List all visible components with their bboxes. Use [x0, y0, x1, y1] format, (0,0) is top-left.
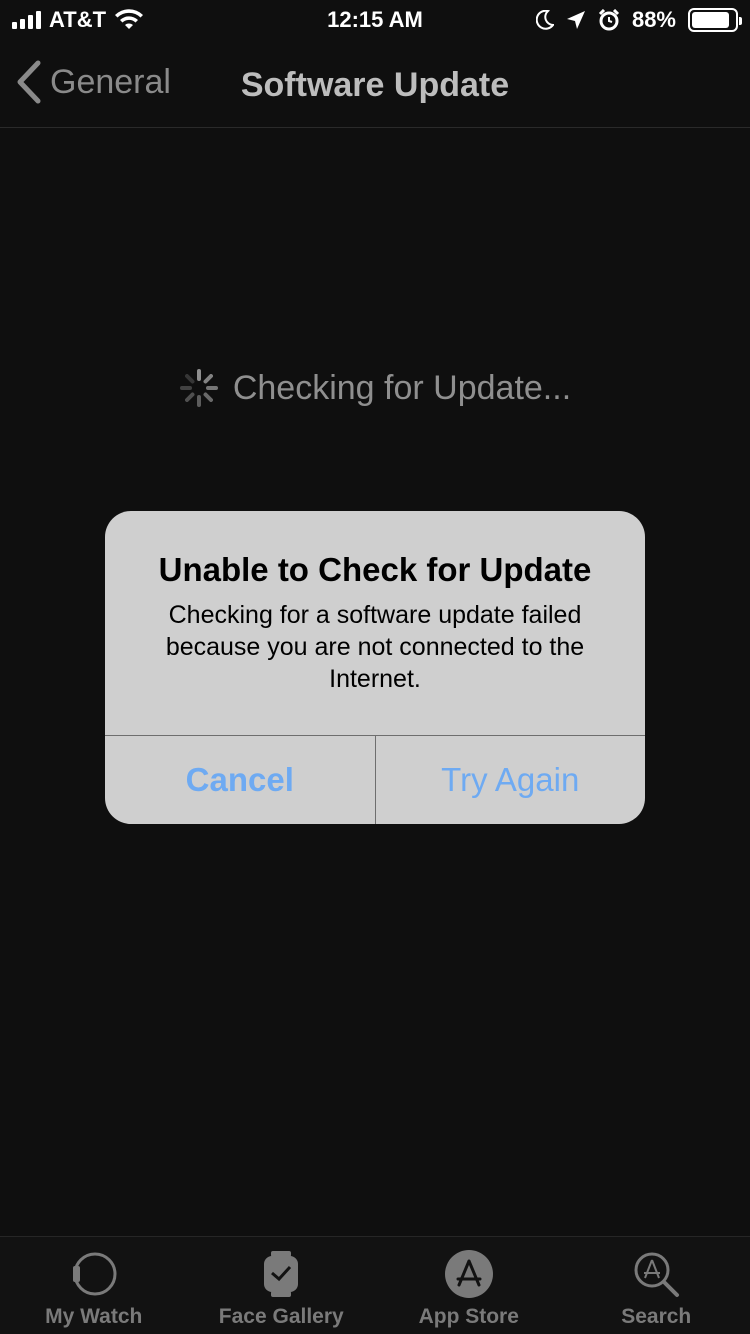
battery-percent: 88% — [631, 7, 676, 32]
tab-label: My Watch — [45, 1305, 143, 1328]
checking-status: Checking for Update... — [0, 368, 750, 408]
alert-title: Unable to Check for Update — [158, 551, 592, 588]
watch-icon — [72, 1252, 117, 1296]
checking-text: Checking for Update... — [232, 368, 572, 407]
tab-label: App Store — [418, 1305, 519, 1328]
navigation-bar: General Software Update — [0, 40, 750, 128]
face-gallery-icon — [264, 1251, 299, 1297]
search-icon — [634, 1252, 680, 1297]
moon-icon — [535, 10, 554, 30]
tab-face-gallery[interactable]: Face Gallery — [188, 1237, 376, 1334]
status-right: 88% — [535, 7, 742, 33]
alarm-icon — [598, 9, 620, 31]
tab-bar: My Watch Face Gallery App Store Search — [0, 1236, 750, 1334]
page-title: Software Update — [240, 66, 510, 104]
alert-message: Checking for a software update failed be… — [165, 601, 585, 693]
tab-my-watch[interactable]: My Watch — [0, 1237, 188, 1334]
tab-label: Face Gallery — [218, 1305, 344, 1328]
alert-actions: Cancel Try Again — [105, 735, 645, 824]
location-icon — [566, 11, 585, 29]
alert-dialog: Unable to Check for Update Checking for … — [105, 511, 645, 824]
tab-search[interactable]: Search — [563, 1237, 750, 1334]
app-store-icon — [444, 1250, 493, 1298]
status-bar: AT&T 12:15 AM 88% — [0, 0, 750, 40]
tab-label: Search — [621, 1305, 692, 1328]
spinner-icon — [179, 369, 218, 407]
try-again-button[interactable]: Try Again — [376, 736, 646, 824]
tab-app-store[interactable]: App Store — [375, 1237, 563, 1334]
cancel-button[interactable]: Cancel — [105, 736, 375, 824]
battery-icon — [688, 8, 742, 32]
